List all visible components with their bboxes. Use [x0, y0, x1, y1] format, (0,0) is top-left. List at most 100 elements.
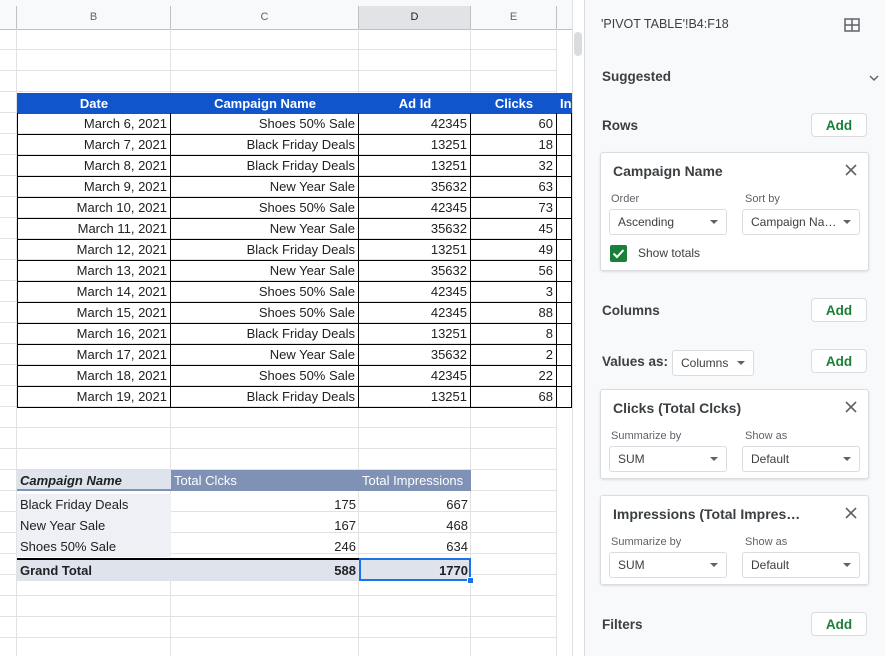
column-header-b[interactable]: B	[17, 6, 171, 29]
source-data-cell[interactable]: Black Friday Deals	[171, 323, 359, 345]
grand-total-value[interactable]: 588	[171, 558, 359, 581]
source-data-cell[interactable]: 63	[471, 176, 557, 198]
close-icon[interactable]	[844, 163, 858, 177]
column-header-c[interactable]: C	[171, 6, 359, 29]
source-data-cell[interactable]: 60	[471, 113, 557, 135]
source-data-cell[interactable]: March 9, 2021	[17, 176, 171, 198]
pivot-value-cell[interactable]: 667	[359, 494, 471, 515]
column-header-d[interactable]: D	[359, 6, 471, 29]
source-data-cell[interactable]: New Year Sale	[171, 344, 359, 366]
source-data-cell[interactable]: 3	[471, 281, 557, 303]
source-data-cell[interactable]	[557, 344, 572, 366]
pivot-row-label[interactable]: New Year Sale	[17, 515, 171, 536]
close-icon[interactable]	[844, 506, 858, 520]
order-dropdown[interactable]: Ascending	[609, 209, 727, 235]
pivot-row-label[interactable]: Black Friday Deals	[17, 494, 171, 515]
show-as-dropdown[interactable]: Default	[742, 446, 860, 472]
source-data-cell[interactable]: 13251	[359, 323, 471, 345]
source-data-cell[interactable]: March 15, 2021	[17, 302, 171, 324]
pivot-value-cell[interactable]: 246	[171, 536, 359, 557]
grand-total-label[interactable]: Grand Total	[17, 558, 171, 581]
summarize-by-dropdown[interactable]: SUM	[609, 446, 727, 472]
source-data-cell[interactable]: March 11, 2021	[17, 218, 171, 240]
source-data-cell[interactable]	[557, 323, 572, 345]
pivot-header-cell[interactable]: Campaign Name	[17, 470, 171, 491]
source-data-cell[interactable]: 56	[471, 260, 557, 282]
source-data-cell[interactable]	[557, 302, 572, 324]
column-header-f[interactable]	[557, 6, 572, 29]
source-data-cell[interactable]: 22	[471, 365, 557, 387]
pivot-value-cell[interactable]: 634	[359, 536, 471, 557]
source-data-cell[interactable]: March 7, 2021	[17, 134, 171, 156]
column-header-e[interactable]: E	[471, 6, 557, 29]
pivot-value-cell[interactable]: 175	[171, 494, 359, 515]
source-data-cell[interactable]: March 16, 2021	[17, 323, 171, 345]
source-data-cell[interactable]: 13251	[359, 134, 471, 156]
source-data-cell[interactable]: March 14, 2021	[17, 281, 171, 303]
show-as-dropdown[interactable]: Default	[742, 552, 860, 578]
source-data-cell[interactable]	[557, 155, 572, 177]
source-header-cell[interactable]: Campaign Name	[171, 93, 359, 114]
add-row-button[interactable]: Add	[811, 113, 867, 137]
source-data-cell[interactable]: 18	[471, 134, 557, 156]
suggested-title[interactable]: Suggested	[602, 69, 671, 84]
values-as-dropdown[interactable]: Columns	[672, 350, 754, 376]
close-icon[interactable]	[844, 400, 858, 414]
source-data-cell[interactable]	[557, 218, 572, 240]
source-data-cell[interactable]	[557, 260, 572, 282]
source-data-cell[interactable]: March 8, 2021	[17, 155, 171, 177]
source-data-cell[interactable]: 45	[471, 218, 557, 240]
pivot-value-cell[interactable]: 468	[359, 515, 471, 536]
source-data-cell[interactable]	[557, 386, 572, 408]
source-data-cell[interactable]	[557, 239, 572, 261]
grand-total-value[interactable]: 1770	[359, 558, 471, 581]
add-filter-button[interactable]: Add	[811, 612, 867, 636]
selection-fill-handle[interactable]	[467, 577, 474, 584]
source-data-cell[interactable]: 35632	[359, 218, 471, 240]
source-data-cell[interactable]: 32	[471, 155, 557, 177]
source-data-cell[interactable]: March 10, 2021	[17, 197, 171, 219]
summarize-by-dropdown[interactable]: SUM	[609, 552, 727, 578]
show-totals-checkbox[interactable]	[610, 245, 627, 262]
scrollbar-thumb[interactable]	[574, 32, 582, 56]
source-data-cell[interactable]: 73	[471, 197, 557, 219]
sort-by-dropdown[interactable]: Campaign Na…	[742, 209, 860, 235]
source-data-cell[interactable]: March 13, 2021	[17, 260, 171, 282]
source-data-cell[interactable]: Black Friday Deals	[171, 134, 359, 156]
source-data-cell[interactable]: Shoes 50% Sale	[171, 302, 359, 324]
source-data-cell[interactable]: 35632	[359, 176, 471, 198]
source-data-cell[interactable]: 42345	[359, 302, 471, 324]
source-header-cell[interactable]: Ad Id	[359, 93, 471, 114]
source-data-cell[interactable]: March 6, 2021	[17, 113, 171, 135]
source-data-cell[interactable]: New Year Sale	[171, 260, 359, 282]
source-header-cell[interactable]: Date	[17, 93, 171, 114]
source-data-cell[interactable]: 42345	[359, 365, 471, 387]
source-data-cell[interactable]: 42345	[359, 113, 471, 135]
source-data-cell[interactable]: Black Friday Deals	[171, 155, 359, 177]
add-column-button[interactable]: Add	[811, 298, 867, 322]
source-data-cell[interactable]: New Year Sale	[171, 176, 359, 198]
pivot-value-cell[interactable]: 167	[171, 515, 359, 536]
source-data-cell[interactable]	[557, 365, 572, 387]
source-data-cell[interactable]: Black Friday Deals	[171, 386, 359, 408]
source-data-cell[interactable]: Shoes 50% Sale	[171, 197, 359, 219]
source-data-cell[interactable]: Shoes 50% Sale	[171, 365, 359, 387]
source-data-cell[interactable]: 68	[471, 386, 557, 408]
add-value-button[interactable]: Add	[811, 349, 867, 373]
pivot-row-label[interactable]: Shoes 50% Sale	[17, 536, 171, 557]
column-header-a[interactable]	[0, 6, 17, 29]
source-data-cell[interactable]: 49	[471, 239, 557, 261]
source-header-cell[interactable]: In	[557, 93, 572, 114]
source-data-cell[interactable]: 42345	[359, 281, 471, 303]
source-data-cell[interactable]: March 17, 2021	[17, 344, 171, 366]
source-data-cell[interactable]: 13251	[359, 155, 471, 177]
source-data-cell[interactable]: March 18, 2021	[17, 365, 171, 387]
pivot-header-cell[interactable]: Total Clcks	[171, 470, 359, 491]
source-data-cell[interactable]: 13251	[359, 239, 471, 261]
source-header-cell[interactable]: Clicks	[471, 93, 557, 114]
source-data-cell[interactable]: Black Friday Deals	[171, 239, 359, 261]
source-data-cell[interactable]: 13251	[359, 386, 471, 408]
source-data-cell[interactable]: 42345	[359, 197, 471, 219]
source-data-cell[interactable]: New Year Sale	[171, 218, 359, 240]
spreadsheet-grid[interactable]: B C D E Date Campaign Name Ad Id Clicks In Ma…	[0, 0, 572, 656]
